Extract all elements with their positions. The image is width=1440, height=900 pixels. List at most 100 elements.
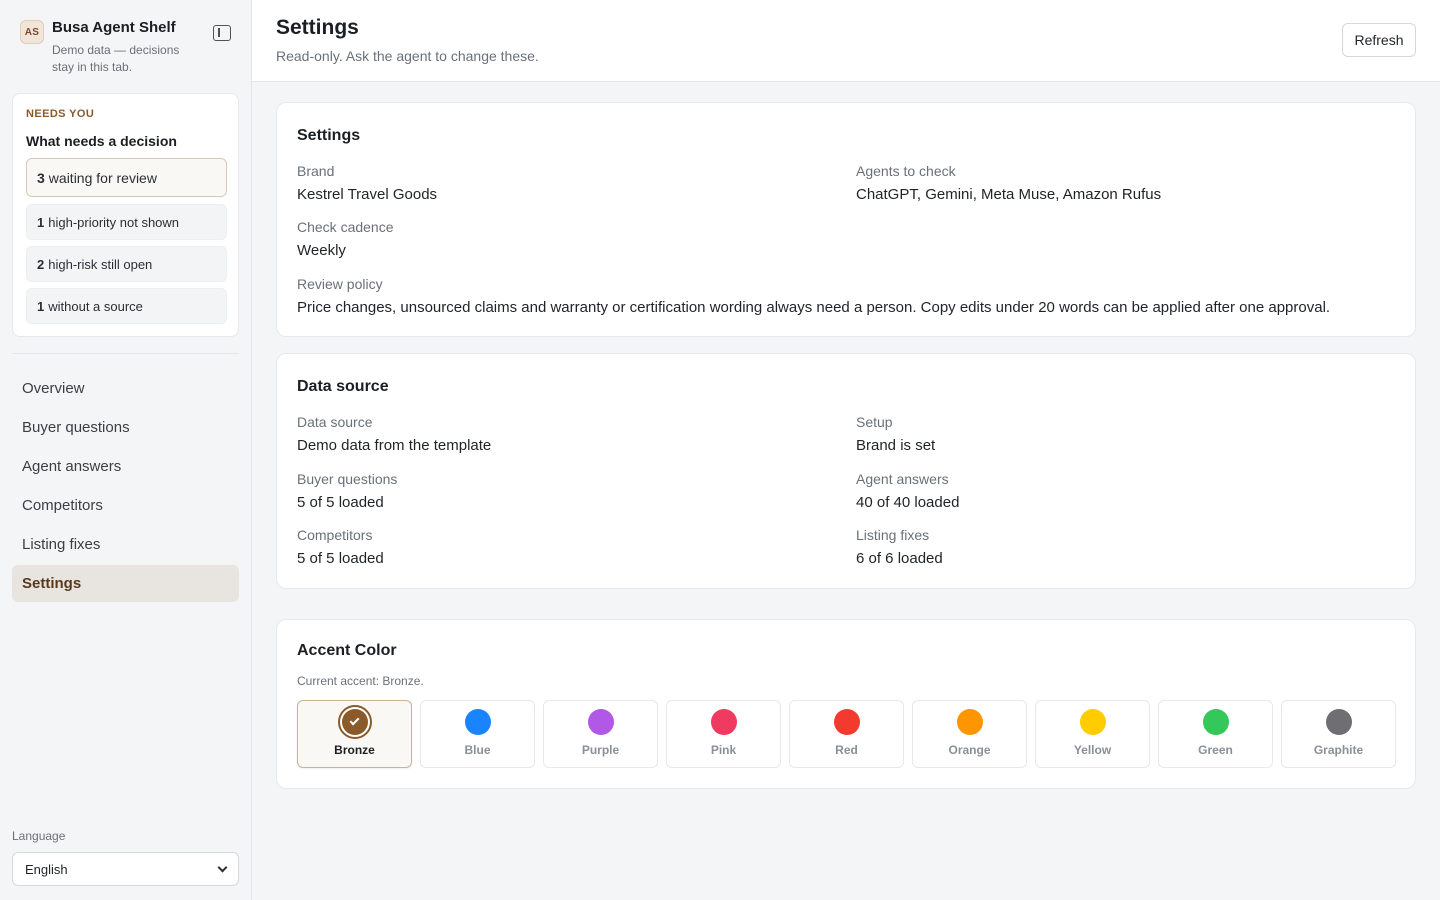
- sidebar-item-listing-fixes[interactable]: Listing fixes: [12, 526, 239, 563]
- setup-value: Brand is set: [856, 437, 936, 454]
- accent-swatch-pink[interactable]: Pink: [666, 700, 781, 768]
- accent-swatch-bronze[interactable]: Bronze: [297, 700, 412, 768]
- needs-item-count: 2: [37, 256, 45, 272]
- sidebar-panel-icon[interactable]: [213, 25, 231, 41]
- policy-label: Review policy: [297, 276, 383, 292]
- color-dot-icon: [1079, 709, 1106, 735]
- agent-answers-field: Agent answers 40 of 40 loaded: [856, 470, 959, 512]
- needs-item-waiting-review[interactable]: 3 waiting for review: [26, 158, 227, 197]
- needs-you-eyebrow: NEEDS YOU: [26, 108, 95, 120]
- needs-you-title: What needs a decision: [26, 133, 177, 149]
- listing-fixes-value: 6 of 6 loaded: [856, 550, 943, 567]
- accent-swatch-label: Orange: [948, 743, 991, 757]
- accent-swatch-label: Red: [835, 743, 858, 757]
- needs-item-high-priority[interactable]: 1 high-priority not shown: [26, 204, 227, 240]
- language-select-value: English: [25, 861, 68, 877]
- accent-swatch-graphite[interactable]: Graphite: [1281, 700, 1396, 768]
- color-dot-icon: [956, 709, 983, 735]
- avatar: AS: [20, 20, 44, 44]
- cadence-label: Check cadence: [297, 219, 394, 235]
- needs-item-count: 3: [37, 169, 45, 186]
- policy-value: Price changes, unsourced claims and warr…: [297, 299, 1331, 316]
- brand-label: Brand: [297, 163, 335, 179]
- brand-name: Busa Agent Shelf: [52, 19, 176, 36]
- data-source-value: Demo data from the template: [297, 437, 492, 454]
- sidebar-item-competitors[interactable]: Competitors: [12, 487, 239, 524]
- accent-swatch-label: Bronze: [334, 743, 375, 757]
- policy-field: Review policy Price changes, unsourced c…: [297, 275, 1330, 317]
- data-source-card: Data source Data source Demo data from t…: [276, 353, 1416, 589]
- data-source-field: Data source Demo data from the template: [297, 413, 491, 455]
- data-source-label: Data source: [297, 414, 373, 430]
- data-source-card-title: Data source: [297, 378, 389, 395]
- needs-item-no-source[interactable]: 1 without a source: [26, 288, 227, 324]
- sidebar-item-overview[interactable]: Overview: [12, 370, 239, 407]
- competitors-label: Competitors: [297, 527, 373, 543]
- brand-subtitle: Demo data — decisions stay in this tab.: [52, 43, 180, 74]
- accent-swatch-orange[interactable]: Orange: [912, 700, 1027, 768]
- accent-swatch-label: Yellow: [1073, 743, 1112, 757]
- needs-item-label: high-risk still open: [48, 256, 153, 272]
- needs-item-label: without a source: [48, 298, 143, 314]
- accent-swatch-label: Blue: [464, 743, 491, 757]
- agent-answers-value: 40 of 40 loaded: [856, 494, 960, 511]
- accent-swatch-list: Bronze Blue Purple Pink Red Orange Yellow Green…: [297, 700, 1396, 768]
- accent-swatch-label: Purple: [581, 743, 620, 757]
- sidebar-divider: [12, 353, 239, 354]
- color-dot-icon: [587, 709, 614, 735]
- agents-label: Agents to check: [856, 163, 956, 179]
- cadence-value: Weekly: [297, 242, 346, 259]
- agents-field: Agents to check ChatGPT, Gemini, Meta Mu…: [856, 162, 1161, 204]
- agent-answers-label: Agent answers: [856, 471, 949, 487]
- competitors-field: Competitors 5 of 5 loaded: [297, 526, 384, 568]
- page-subtitle: Read-only. Ask the agent to change these…: [276, 48, 539, 64]
- sidebar-item-settings[interactable]: Settings: [12, 565, 239, 602]
- refresh-button[interactable]: Refresh: [1342, 23, 1416, 57]
- accent-swatch-label: Green: [1198, 743, 1233, 757]
- setup-label: Setup: [856, 414, 893, 430]
- accent-swatch-green[interactable]: Green: [1158, 700, 1273, 768]
- color-dot-icon: [464, 709, 491, 735]
- cadence-field: Check cadence Weekly: [297, 218, 394, 260]
- buyer-questions-label: Buyer questions: [297, 471, 398, 487]
- page-header: Settings Read-only. Ask the agent to cha…: [252, 0, 1440, 82]
- chevron-down-icon: [217, 862, 228, 872]
- color-dot-icon: [833, 709, 860, 735]
- checkmark-icon: [349, 715, 360, 726]
- sidebar-nav: Overview Buyer questions Agent answers C…: [12, 370, 239, 604]
- accent-swatch-yellow[interactable]: Yellow: [1035, 700, 1150, 768]
- current-accent-text: Current accent: Bronze.: [297, 674, 424, 688]
- listing-fixes-label: Listing fixes: [856, 527, 930, 543]
- page-title: Settings: [276, 16, 359, 39]
- settings-card: Settings Brand Kestrel Travel Goods Agen…: [276, 102, 1416, 337]
- brand-field: Brand Kestrel Travel Goods: [297, 162, 437, 204]
- color-dot-icon: [337, 705, 372, 739]
- language-label: Language: [12, 829, 66, 843]
- needs-item-label: waiting for review: [48, 169, 157, 186]
- competitors-value: 5 of 5 loaded: [297, 550, 384, 567]
- accent-color-card: Accent Color Current accent: Bronze. Bro…: [276, 619, 1416, 789]
- sidebar: AS Busa Agent Shelf Demo data — decision…: [0, 0, 252, 900]
- language-select[interactable]: English: [12, 852, 239, 886]
- sidebar-item-agent-answers[interactable]: Agent answers: [12, 448, 239, 485]
- needs-item-count: 1: [37, 214, 45, 230]
- needs-you-card: NEEDS YOU What needs a decision 3 waitin…: [12, 93, 239, 337]
- color-dot-fill: [341, 709, 368, 735]
- sidebar-item-buyer-questions[interactable]: Buyer questions: [12, 409, 239, 446]
- brand-value: Kestrel Travel Goods: [297, 186, 438, 203]
- needs-item-count: 1: [37, 298, 45, 314]
- needs-item-high-risk[interactable]: 2 high-risk still open: [26, 246, 227, 282]
- buyer-questions-value: 5 of 5 loaded: [297, 494, 384, 511]
- needs-item-label: high-priority not shown: [48, 214, 180, 230]
- agents-value: ChatGPT, Gemini, Meta Muse, Amazon Rufus: [856, 186, 1162, 203]
- accent-swatch-red[interactable]: Red: [789, 700, 904, 768]
- color-dot-icon: [1202, 709, 1229, 735]
- settings-card-title: Settings: [297, 127, 361, 144]
- setup-field: Setup Brand is set: [856, 413, 935, 455]
- buyer-questions-field: Buyer questions 5 of 5 loaded: [297, 470, 397, 512]
- accent-color-title: Accent Color: [297, 642, 397, 659]
- accent-swatch-purple[interactable]: Purple: [543, 700, 658, 768]
- color-dot-icon: [1325, 709, 1352, 735]
- accent-swatch-blue[interactable]: Blue: [420, 700, 535, 768]
- listing-fixes-field: Listing fixes 6 of 6 loaded: [856, 526, 943, 568]
